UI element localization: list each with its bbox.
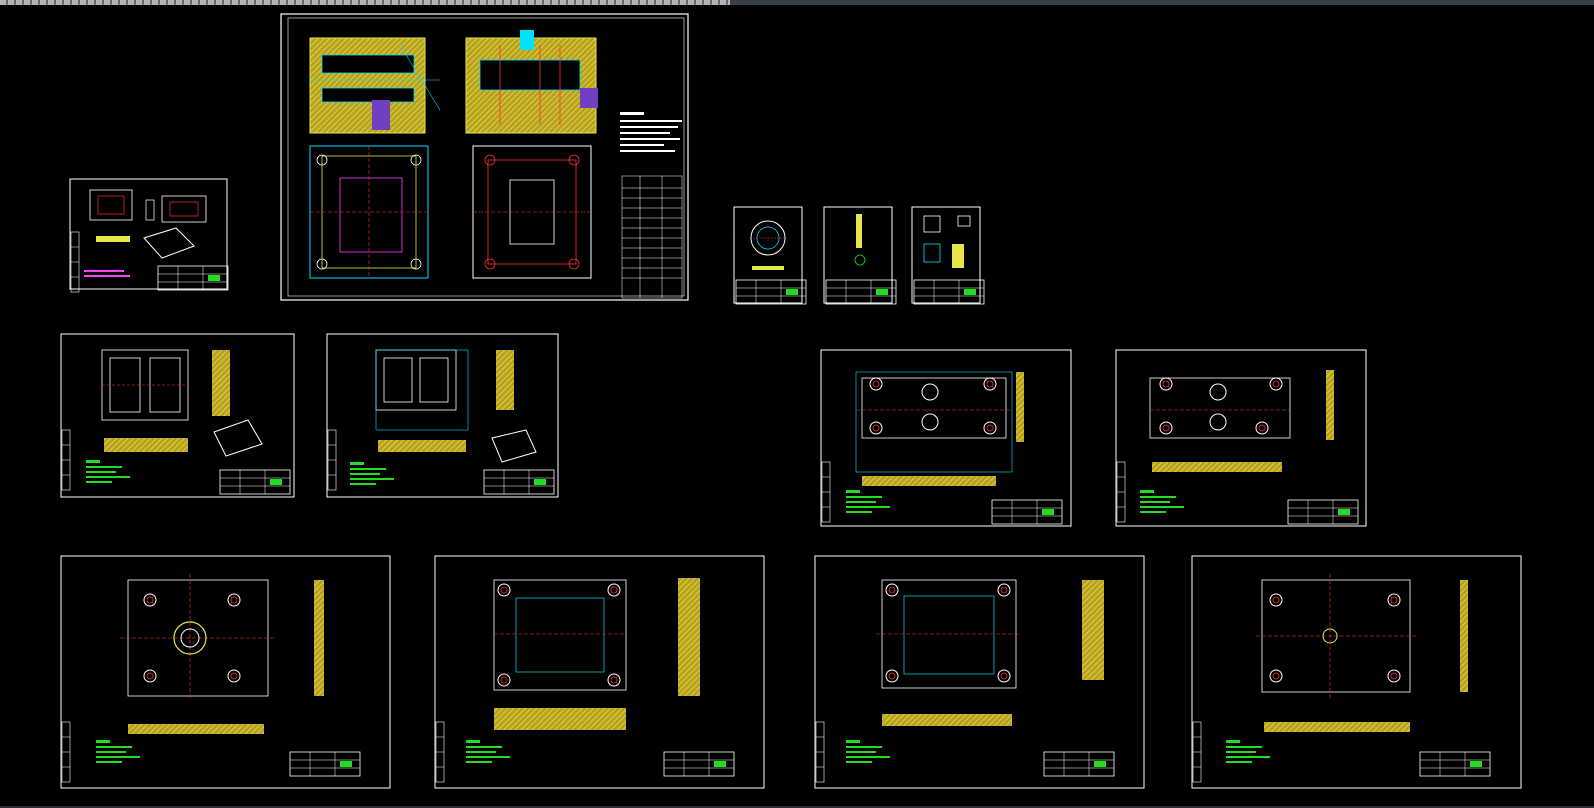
sheet-support-plate[interactable]: [1191, 555, 1522, 789]
sheet-top-clamp-plate[interactable]: [60, 555, 391, 789]
sheet-plate-b[interactable]: [1115, 349, 1367, 527]
sheet-part-block[interactable]: [911, 206, 985, 305]
sheet-cavity-insert[interactable]: [60, 333, 295, 498]
sheet-a-plate[interactable]: [434, 555, 765, 789]
sheet-assembly[interactable]: [280, 13, 689, 301]
sheet-b-plate[interactable]: [814, 555, 1145, 789]
sheet-product[interactable]: [69, 178, 229, 293]
sheet-part-pin[interactable]: [823, 206, 897, 305]
cad-model-space[interactable]: [0, 5, 1594, 808]
sheet-core-insert[interactable]: [326, 333, 559, 498]
sheet-part-ring[interactable]: [733, 206, 807, 305]
sheet-plate-a[interactable]: [820, 349, 1072, 527]
cad-drawing-canvas[interactable]: [0, 5, 1594, 808]
